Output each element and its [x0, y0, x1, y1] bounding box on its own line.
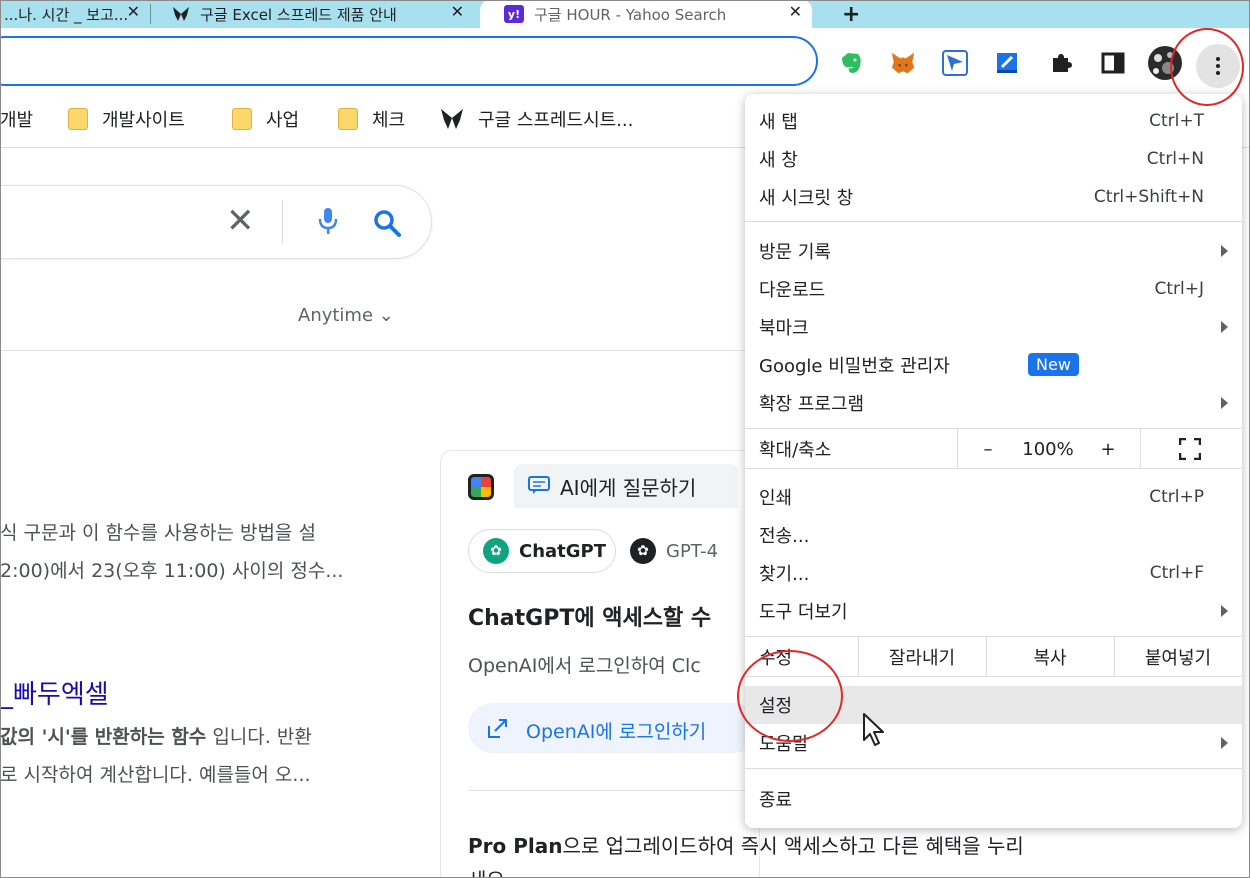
menu-item-new-window[interactable]: 새 창 Ctrl+N: [745, 140, 1242, 178]
menu-item-extensions[interactable]: 확장 프로그램: [745, 384, 1242, 422]
gpt4-model-button[interactable]: ✿ GPT-4: [630, 529, 718, 573]
send-icon[interactable]: [942, 50, 968, 76]
bookmark-dev-sites[interactable]: 개발사이트: [68, 106, 185, 132]
butterfly-icon: [441, 109, 463, 129]
tab-1-label: ...나. 시간 _ 보고...: [4, 5, 129, 24]
tab-2-label: 구글 Excel 스프레드 제품 안내: [200, 5, 397, 24]
new-badge: New: [1028, 353, 1079, 376]
pro-plan-text-2: 세요: [468, 864, 505, 878]
chatgpt-model-button[interactable]: ✿ ChatGPT: [468, 529, 616, 573]
tab-3-label: 구글 HOUR - Yahoo Search: [534, 5, 727, 24]
ai-extension-logo: [468, 474, 494, 500]
cut-button[interactable]: 잘라내기: [858, 638, 986, 676]
copy-button[interactable]: 복사: [986, 638, 1114, 676]
openai-login-label: OpenAI에 로그인하기: [526, 721, 707, 743]
chevron-right-icon: [1221, 397, 1228, 409]
annotation-circle-settings: [737, 650, 843, 742]
menu-item-incognito[interactable]: 새 시크릿 창 Ctrl+Shift+N: [745, 178, 1242, 216]
ai-tab-label: AI에게 질문하기: [560, 476, 697, 500]
chat-icon: [528, 476, 550, 494]
result-snippet-3: 값의 '시'를 반환하는 함수 입니다. 반환: [0, 726, 312, 748]
result-snippet-1: 식 구문과 이 함수를 사용하는 방법을 설: [0, 522, 316, 544]
new-tab-button[interactable]: +: [842, 2, 860, 27]
bookmark-business[interactable]: 사업: [232, 106, 299, 132]
bookmark-dev[interactable]: 개발: [0, 106, 33, 132]
chevron-right-icon: [1221, 605, 1228, 617]
search-icon[interactable]: [372, 208, 402, 238]
menu-separator: [745, 428, 1242, 429]
divider: [468, 790, 758, 791]
chevron-right-icon: [1221, 321, 1228, 333]
menu-item-more-tools[interactable]: 도구 더보기: [745, 592, 1242, 630]
chevron-right-icon: [1221, 245, 1228, 257]
result-snippet-2: 2:00)에서 23(오후 11:00) 사이의 정수...: [0, 560, 344, 582]
bookmark-check[interactable]: 체크: [338, 106, 405, 132]
annotation-circle-menu: [1170, 28, 1244, 106]
external-link-icon: [488, 719, 507, 738]
fullscreen-icon: [1179, 438, 1201, 460]
folder-icon: [68, 108, 88, 130]
zoom-out-button[interactable]: –: [960, 430, 1016, 468]
menu-separator: [745, 768, 1242, 769]
menu-separator: [745, 221, 1242, 222]
search-box[interactable]: [0, 185, 432, 259]
menu-item-downloads[interactable]: 다운로드 Ctrl+J: [745, 270, 1242, 308]
close-icon[interactable]: ✕: [451, 2, 464, 21]
menu-item-find[interactable]: 찾기... Ctrl+F: [745, 554, 1242, 592]
menu-item-history[interactable]: 방문 기록: [745, 232, 1242, 270]
pro-plan-text: Pro Plan으로 업그레이드하여 즉시 액세스하고 다른 혜택을 누리: [468, 834, 1024, 858]
menu-separator: [745, 468, 1242, 469]
close-icon[interactable]: ✕: [789, 2, 802, 21]
divider: [0, 350, 745, 351]
result-snippet-4: 로 시작하여 계산합니다. 예를들어 오...: [0, 764, 311, 786]
menu-item-cast[interactable]: 전송...: [745, 516, 1242, 554]
menu-item-bookmarks[interactable]: 북마크: [745, 308, 1242, 346]
mouse-cursor-icon: [863, 713, 884, 746]
anytime-filter[interactable]: Anytime ⌄: [298, 305, 394, 326]
close-icon[interactable]: ✕: [127, 2, 140, 21]
zoom-divider: [1140, 428, 1141, 468]
tab-2[interactable]: 구글 Excel 스프레드 제품 안내 ✕: [152, 0, 474, 28]
zoom-level: 100%: [1022, 438, 1074, 460]
clear-icon[interactable]: ✕: [226, 204, 255, 238]
microphone-icon[interactable]: [316, 206, 340, 236]
menu-separator: [745, 636, 1242, 637]
result-link[interactable]: _빠두엑셀: [0, 674, 109, 711]
zoom-in-button[interactable]: +: [1080, 430, 1136, 468]
address-bar[interactable]: [0, 36, 818, 86]
metamask-icon[interactable]: [890, 50, 916, 76]
bookmark-manager-icon[interactable]: [994, 50, 1020, 76]
puzzle-icon[interactable]: [1048, 50, 1074, 76]
butterfly-icon: [173, 7, 189, 21]
evernote-icon[interactable]: [838, 50, 864, 76]
paste-button[interactable]: 붙여넣기: [1114, 638, 1242, 676]
zoom-divider: [957, 428, 958, 468]
bookmark-spreadsheet[interactable]: 구글 스프레드시트...: [440, 106, 633, 132]
card-subtitle: OpenAI에서 로그인하여 Clc: [468, 655, 701, 677]
chevron-right-icon: [1221, 737, 1228, 749]
openai-icon: ✿: [630, 538, 656, 564]
search-divider: [282, 200, 283, 244]
tab-1[interactable]: ...나. 시간 _ 보고... ✕: [0, 0, 150, 28]
menu-item-new-tab[interactable]: 새 탭 Ctrl+T: [745, 102, 1242, 140]
tab-separator: [150, 4, 151, 24]
sidepanel-icon[interactable]: [1100, 50, 1126, 76]
openai-icon: ✿: [483, 538, 509, 564]
tab-3-active[interactable]: y! 구글 HOUR - Yahoo Search ✕: [480, 0, 812, 28]
menu-item-password-manager[interactable]: Google 비밀번호 관리자 New: [745, 346, 1242, 384]
folder-icon: [338, 108, 358, 130]
fullscreen-button[interactable]: [1142, 430, 1238, 468]
menu-item-exit[interactable]: 종료: [745, 780, 1242, 818]
folder-icon: [232, 108, 252, 130]
menu-item-print[interactable]: 인쇄 Ctrl+P: [745, 478, 1242, 516]
yahoo-icon: y!: [504, 5, 524, 23]
card-title: ChatGPT에 액세스할 수: [468, 606, 712, 631]
